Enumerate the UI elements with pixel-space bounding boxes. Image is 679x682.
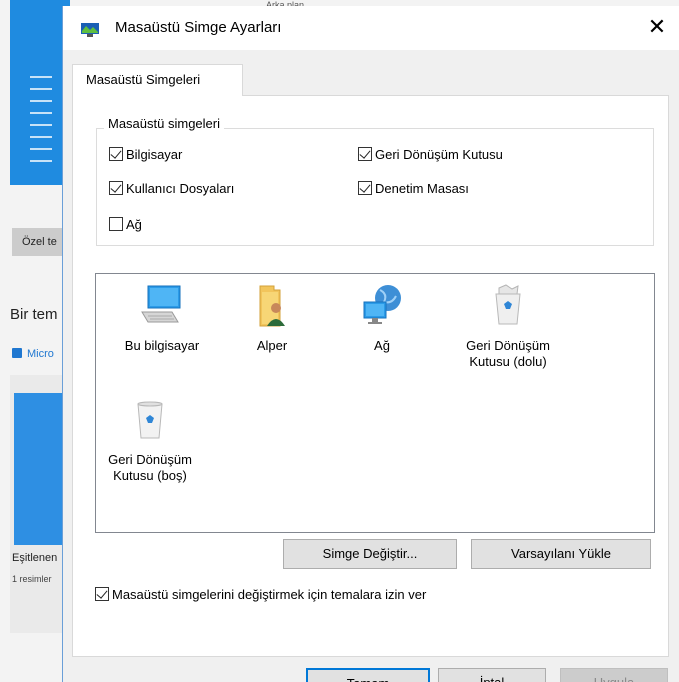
checkbox-box[interactable] xyxy=(358,181,372,195)
checkbox-label: Ağ xyxy=(126,217,142,232)
recycle-bin-empty-icon xyxy=(126,396,174,444)
recycle-bin-full-icon xyxy=(484,282,532,330)
dialog-title: Masaüstü Simge Ayarları xyxy=(115,19,282,36)
background-preview-lines xyxy=(30,76,56,176)
background-store-link[interactable]: Micro xyxy=(12,348,54,360)
icon-item-recycle-bin-empty[interactable]: Geri Dönüşüm Kutusu (boş) xyxy=(90,396,210,484)
background-store-link-text: Micro xyxy=(27,348,54,360)
icon-item-network[interactable]: Ağ xyxy=(322,282,442,354)
checkbox-label: Masaüstü simgelerini değiştirmek için te… xyxy=(112,587,427,602)
background-theme-card[interactable] xyxy=(10,375,70,633)
icon-label: Alper xyxy=(256,338,288,353)
tab-desktop-icons[interactable]: Masaüstü Simgeleri xyxy=(72,64,243,96)
change-icon-button[interactable]: Simge Değiştir... xyxy=(283,539,457,569)
background-preview xyxy=(10,0,70,185)
checkbox-control-panel[interactable]: Denetim Masası xyxy=(358,181,469,196)
apply-button[interactable]: Uygula xyxy=(560,668,668,682)
icon-item-recycle-bin-full[interactable]: Geri Dönüşüm Kutusu (dolu) xyxy=(448,282,568,370)
cancel-button[interactable]: İptal xyxy=(438,668,546,682)
background-theme-subtitle: 1 resimler xyxy=(12,574,52,584)
icon-item-user[interactable]: Alper xyxy=(212,282,332,354)
checkbox-allow-themes[interactable]: Masaüstü simgelerini değiştirmek için te… xyxy=(95,587,426,602)
icon-list[interactable]: Bu bilgisayar Alper Ağ Geri Dönüşüm Kutu… xyxy=(95,273,655,533)
checkbox-box[interactable] xyxy=(358,147,372,161)
checkbox-user-files[interactable]: Kullanıcı Dosyaları xyxy=(109,181,234,196)
computer-icon xyxy=(138,282,186,330)
icon-label: Geri Dönüşüm Kutusu (boş) xyxy=(108,452,192,483)
checkbox-label: Kullanıcı Dosyaları xyxy=(126,181,235,196)
ok-button[interactable]: Tamam xyxy=(306,668,430,682)
store-bag-icon xyxy=(12,348,22,358)
checkbox-label: Bilgisayar xyxy=(126,147,183,162)
checkbox-box[interactable] xyxy=(95,587,109,601)
group-label: Masaüstü simgeleri xyxy=(104,116,224,131)
background-heading: Bir tem xyxy=(10,306,58,323)
checkbox-label: Geri Dönüşüm Kutusu xyxy=(375,147,503,162)
icon-label: Bu bilgisayar xyxy=(124,338,200,353)
checkbox-label: Denetim Masası xyxy=(375,181,469,196)
icon-label: Ağ xyxy=(374,338,390,353)
user-folder-icon xyxy=(248,282,296,330)
checkbox-box[interactable] xyxy=(109,217,123,231)
title-bar[interactable]: Masaüstü Simge Ayarları ✕ xyxy=(63,6,679,50)
background-theme-title: Eşitlenen xyxy=(12,552,58,564)
restore-default-button[interactable]: Varsayılanı Yükle xyxy=(471,539,651,569)
checkbox-network[interactable]: Ağ xyxy=(109,217,142,232)
close-button[interactable]: ✕ xyxy=(634,6,679,50)
checkbox-computer[interactable]: Bilgisayar xyxy=(109,147,182,162)
network-icon xyxy=(358,282,406,330)
checkbox-recycle-bin[interactable]: Geri Dönüşüm Kutusu xyxy=(358,147,503,162)
checkbox-box[interactable] xyxy=(109,181,123,195)
desktop-settings-icon xyxy=(81,23,99,37)
icon-label: Geri Dönüşüm Kutusu (dolu) xyxy=(466,338,550,369)
tab-label: Masaüstü Simgeleri xyxy=(86,72,201,87)
icon-item-this-pc[interactable]: Bu bilgisayar xyxy=(102,282,222,354)
checkbox-box[interactable] xyxy=(109,147,123,161)
